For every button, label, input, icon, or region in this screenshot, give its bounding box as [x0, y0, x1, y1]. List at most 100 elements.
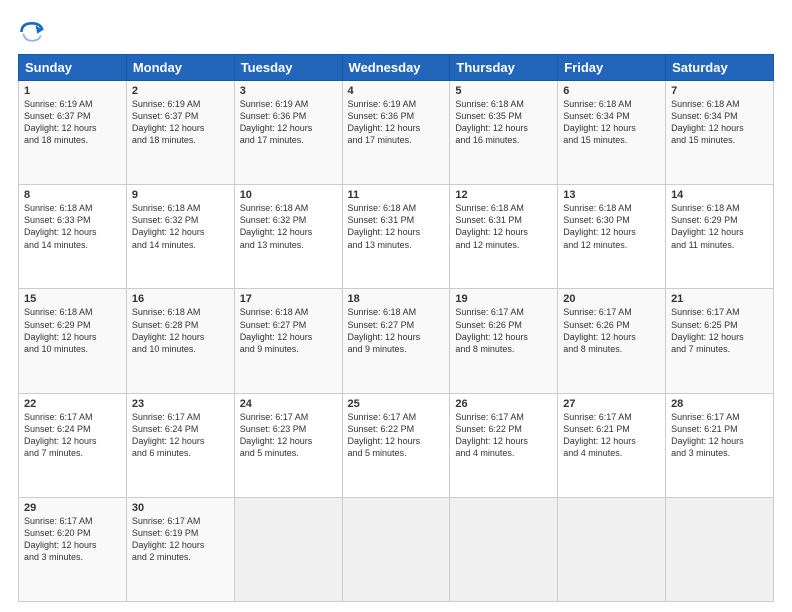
- day-number: 8: [24, 189, 121, 201]
- cell-info: Sunrise: 6:17 AMSunset: 6:26 PMDaylight:…: [455, 307, 528, 353]
- day-number: 10: [240, 189, 337, 201]
- calendar-cell: [558, 497, 666, 601]
- day-number: 11: [348, 189, 445, 201]
- day-number: 27: [563, 398, 660, 410]
- calendar-cell: 27 Sunrise: 6:17 AMSunset: 6:21 PMDaylig…: [558, 393, 666, 497]
- calendar-cell: 21 Sunrise: 6:17 AMSunset: 6:25 PMDaylig…: [666, 289, 774, 393]
- calendar-cell: [342, 497, 450, 601]
- calendar-cell: 9 Sunrise: 6:18 AMSunset: 6:32 PMDayligh…: [126, 185, 234, 289]
- calendar-cell: 25 Sunrise: 6:17 AMSunset: 6:22 PMDaylig…: [342, 393, 450, 497]
- calendar-cell: 26 Sunrise: 6:17 AMSunset: 6:22 PMDaylig…: [450, 393, 558, 497]
- logo: [18, 18, 48, 46]
- calendar-cell: [450, 497, 558, 601]
- cell-info: Sunrise: 6:18 AMSunset: 6:34 PMDaylight:…: [563, 99, 636, 145]
- calendar-cell: 13 Sunrise: 6:18 AMSunset: 6:30 PMDaylig…: [558, 185, 666, 289]
- cell-info: Sunrise: 6:18 AMSunset: 6:27 PMDaylight:…: [348, 307, 421, 353]
- calendar-cell: 19 Sunrise: 6:17 AMSunset: 6:26 PMDaylig…: [450, 289, 558, 393]
- cell-info: Sunrise: 6:18 AMSunset: 6:32 PMDaylight:…: [240, 203, 313, 249]
- day-number: 21: [671, 293, 768, 305]
- cell-info: Sunrise: 6:18 AMSunset: 6:29 PMDaylight:…: [671, 203, 744, 249]
- cell-info: Sunrise: 6:17 AMSunset: 6:24 PMDaylight:…: [132, 412, 205, 458]
- cell-info: Sunrise: 6:18 AMSunset: 6:31 PMDaylight:…: [455, 203, 528, 249]
- calendar-cell: 10 Sunrise: 6:18 AMSunset: 6:32 PMDaylig…: [234, 185, 342, 289]
- cell-info: Sunrise: 6:18 AMSunset: 6:31 PMDaylight:…: [348, 203, 421, 249]
- calendar-cell: 14 Sunrise: 6:18 AMSunset: 6:29 PMDaylig…: [666, 185, 774, 289]
- cell-info: Sunrise: 6:17 AMSunset: 6:21 PMDaylight:…: [671, 412, 744, 458]
- cell-info: Sunrise: 6:17 AMSunset: 6:22 PMDaylight:…: [348, 412, 421, 458]
- day-number: 28: [671, 398, 768, 410]
- day-number: 30: [132, 502, 229, 514]
- day-header-monday: Monday: [126, 55, 234, 81]
- calendar-cell: 15 Sunrise: 6:18 AMSunset: 6:29 PMDaylig…: [19, 289, 127, 393]
- cell-info: Sunrise: 6:17 AMSunset: 6:25 PMDaylight:…: [671, 307, 744, 353]
- day-header-saturday: Saturday: [666, 55, 774, 81]
- day-header-friday: Friday: [558, 55, 666, 81]
- calendar-cell: 4 Sunrise: 6:19 AMSunset: 6:36 PMDayligh…: [342, 81, 450, 185]
- day-number: 24: [240, 398, 337, 410]
- day-number: 26: [455, 398, 552, 410]
- cell-info: Sunrise: 6:18 AMSunset: 6:32 PMDaylight:…: [132, 203, 205, 249]
- cell-info: Sunrise: 6:17 AMSunset: 6:20 PMDaylight:…: [24, 516, 97, 562]
- cell-info: Sunrise: 6:18 AMSunset: 6:29 PMDaylight:…: [24, 307, 97, 353]
- day-number: 5: [455, 85, 552, 97]
- cell-info: Sunrise: 6:19 AMSunset: 6:37 PMDaylight:…: [132, 99, 205, 145]
- day-number: 7: [671, 85, 768, 97]
- day-number: 29: [24, 502, 121, 514]
- day-number: 18: [348, 293, 445, 305]
- calendar-cell: 7 Sunrise: 6:18 AMSunset: 6:34 PMDayligh…: [666, 81, 774, 185]
- cell-info: Sunrise: 6:18 AMSunset: 6:33 PMDaylight:…: [24, 203, 97, 249]
- day-number: 2: [132, 85, 229, 97]
- day-number: 1: [24, 85, 121, 97]
- calendar-cell: 5 Sunrise: 6:18 AMSunset: 6:35 PMDayligh…: [450, 81, 558, 185]
- day-number: 12: [455, 189, 552, 201]
- day-number: 16: [132, 293, 229, 305]
- day-header-tuesday: Tuesday: [234, 55, 342, 81]
- cell-info: Sunrise: 6:18 AMSunset: 6:34 PMDaylight:…: [671, 99, 744, 145]
- calendar-cell: 1 Sunrise: 6:19 AMSunset: 6:37 PMDayligh…: [19, 81, 127, 185]
- calendar-cell: 18 Sunrise: 6:18 AMSunset: 6:27 PMDaylig…: [342, 289, 450, 393]
- cell-info: Sunrise: 6:18 AMSunset: 6:35 PMDaylight:…: [455, 99, 528, 145]
- day-number: 23: [132, 398, 229, 410]
- day-number: 14: [671, 189, 768, 201]
- calendar-cell: 22 Sunrise: 6:17 AMSunset: 6:24 PMDaylig…: [19, 393, 127, 497]
- cell-info: Sunrise: 6:18 AMSunset: 6:30 PMDaylight:…: [563, 203, 636, 249]
- calendar-cell: 17 Sunrise: 6:18 AMSunset: 6:27 PMDaylig…: [234, 289, 342, 393]
- day-header-wednesday: Wednesday: [342, 55, 450, 81]
- cell-info: Sunrise: 6:19 AMSunset: 6:36 PMDaylight:…: [240, 99, 313, 145]
- cell-info: Sunrise: 6:17 AMSunset: 6:19 PMDaylight:…: [132, 516, 205, 562]
- day-number: 13: [563, 189, 660, 201]
- day-header-thursday: Thursday: [450, 55, 558, 81]
- calendar-cell: 23 Sunrise: 6:17 AMSunset: 6:24 PMDaylig…: [126, 393, 234, 497]
- day-number: 22: [24, 398, 121, 410]
- day-number: 19: [455, 293, 552, 305]
- cell-info: Sunrise: 6:19 AMSunset: 6:37 PMDaylight:…: [24, 99, 97, 145]
- day-number: 3: [240, 85, 337, 97]
- cell-info: Sunrise: 6:19 AMSunset: 6:36 PMDaylight:…: [348, 99, 421, 145]
- cell-info: Sunrise: 6:17 AMSunset: 6:26 PMDaylight:…: [563, 307, 636, 353]
- cell-info: Sunrise: 6:17 AMSunset: 6:24 PMDaylight:…: [24, 412, 97, 458]
- logo-icon: [18, 18, 46, 46]
- calendar-cell: 20 Sunrise: 6:17 AMSunset: 6:26 PMDaylig…: [558, 289, 666, 393]
- cell-info: Sunrise: 6:17 AMSunset: 6:23 PMDaylight:…: [240, 412, 313, 458]
- day-number: 6: [563, 85, 660, 97]
- day-header-sunday: Sunday: [19, 55, 127, 81]
- cell-info: Sunrise: 6:18 AMSunset: 6:27 PMDaylight:…: [240, 307, 313, 353]
- calendar-cell: 11 Sunrise: 6:18 AMSunset: 6:31 PMDaylig…: [342, 185, 450, 289]
- calendar-cell: 8 Sunrise: 6:18 AMSunset: 6:33 PMDayligh…: [19, 185, 127, 289]
- calendar-cell: 28 Sunrise: 6:17 AMSunset: 6:21 PMDaylig…: [666, 393, 774, 497]
- day-number: 15: [24, 293, 121, 305]
- calendar-cell: 24 Sunrise: 6:17 AMSunset: 6:23 PMDaylig…: [234, 393, 342, 497]
- calendar-cell: 3 Sunrise: 6:19 AMSunset: 6:36 PMDayligh…: [234, 81, 342, 185]
- calendar: SundayMondayTuesdayWednesdayThursdayFrid…: [18, 54, 774, 602]
- cell-info: Sunrise: 6:17 AMSunset: 6:22 PMDaylight:…: [455, 412, 528, 458]
- calendar-cell: [666, 497, 774, 601]
- cell-info: Sunrise: 6:18 AMSunset: 6:28 PMDaylight:…: [132, 307, 205, 353]
- day-number: 4: [348, 85, 445, 97]
- calendar-cell: 29 Sunrise: 6:17 AMSunset: 6:20 PMDaylig…: [19, 497, 127, 601]
- calendar-cell: 12 Sunrise: 6:18 AMSunset: 6:31 PMDaylig…: [450, 185, 558, 289]
- day-number: 9: [132, 189, 229, 201]
- calendar-cell: [234, 497, 342, 601]
- calendar-cell: 6 Sunrise: 6:18 AMSunset: 6:34 PMDayligh…: [558, 81, 666, 185]
- day-number: 17: [240, 293, 337, 305]
- day-number: 25: [348, 398, 445, 410]
